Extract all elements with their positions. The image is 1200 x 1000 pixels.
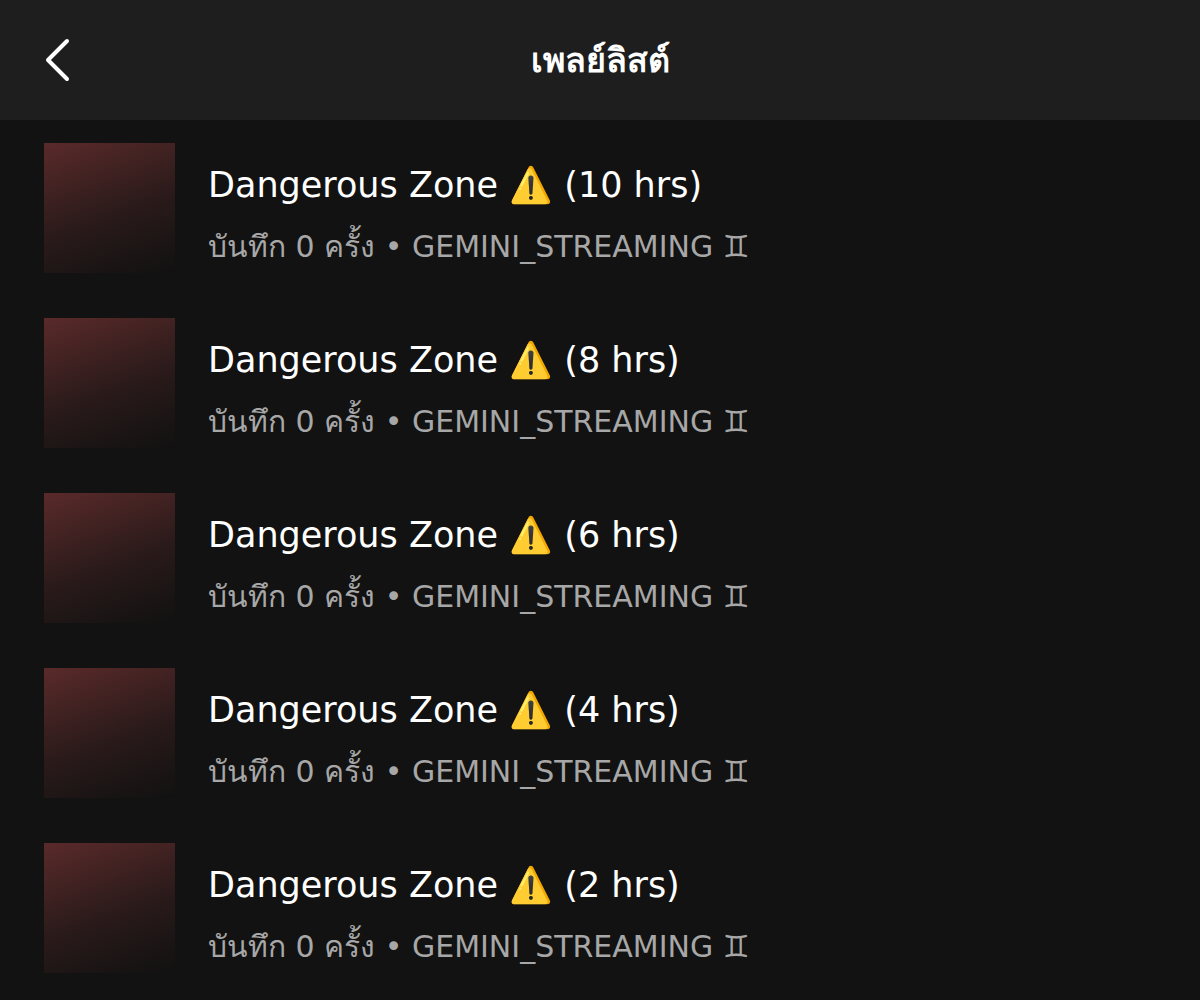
playlist-subtitle: บันทึก 0 ครั้ง • GEMINI_STREAMING ♊ [208,750,750,794]
playlist-row[interactable]: Dangerous Zone ⚠️ (4 hrs) บันทึก 0 ครั้ง … [44,668,1200,798]
chevron-left-icon [44,38,70,82]
header: เพลย์ลิสต์ [0,0,1200,120]
playlist-text: Dangerous Zone ⚠️ (10 hrs) บันทึก 0 ครั้ง… [208,143,750,269]
playlist-row[interactable]: Dangerous Zone ⚠️ (2 hrs) บันทึก 0 ครั้ง … [44,843,1200,973]
playlist-title: Dangerous Zone ⚠️ (8 hrs) [208,338,750,382]
playlist-row[interactable]: Dangerous Zone ⚠️ (6 hrs) บันทึก 0 ครั้ง … [44,493,1200,623]
page-title: เพลย์ลิสต์ [140,33,1060,87]
playlist-text: Dangerous Zone ⚠️ (2 hrs) บันทึก 0 ครั้ง … [208,843,750,969]
playlist-text: Dangerous Zone ⚠️ (8 hrs) บันทึก 0 ครั้ง … [208,318,750,444]
playlist-title: Dangerous Zone ⚠️ (4 hrs) [208,688,750,732]
playlist-cover [44,143,175,273]
playlist-subtitle: บันทึก 0 ครั้ง • GEMINI_STREAMING ♊ [208,925,750,969]
playlist-cover [44,843,175,973]
playlist-list: Dangerous Zone ⚠️ (10 hrs) บันทึก 0 ครั้ง… [0,120,1200,973]
playlist-row[interactable]: Dangerous Zone ⚠️ (10 hrs) บันทึก 0 ครั้ง… [44,143,1200,273]
playlist-title: Dangerous Zone ⚠️ (6 hrs) [208,513,750,557]
playlist-cover [44,493,175,623]
playlist-cover [44,668,175,798]
playlist-title: Dangerous Zone ⚠️ (10 hrs) [208,163,750,207]
back-button[interactable] [0,38,140,82]
playlist-subtitle: บันทึก 0 ครั้ง • GEMINI_STREAMING ♊ [208,575,750,619]
playlist-page: เพลย์ลิสต์ Dangerous Zone ⚠️ (10 hrs) บันท… [0,0,1200,1000]
playlist-subtitle: บันทึก 0 ครั้ง • GEMINI_STREAMING ♊ [208,225,750,269]
playlist-cover [44,318,175,448]
playlist-title: Dangerous Zone ⚠️ (2 hrs) [208,863,750,907]
playlist-text: Dangerous Zone ⚠️ (6 hrs) บันทึก 0 ครั้ง … [208,493,750,619]
playlist-text: Dangerous Zone ⚠️ (4 hrs) บันทึก 0 ครั้ง … [208,668,750,794]
playlist-row[interactable]: Dangerous Zone ⚠️ (8 hrs) บันทึก 0 ครั้ง … [44,318,1200,448]
playlist-subtitle: บันทึก 0 ครั้ง • GEMINI_STREAMING ♊ [208,400,750,444]
